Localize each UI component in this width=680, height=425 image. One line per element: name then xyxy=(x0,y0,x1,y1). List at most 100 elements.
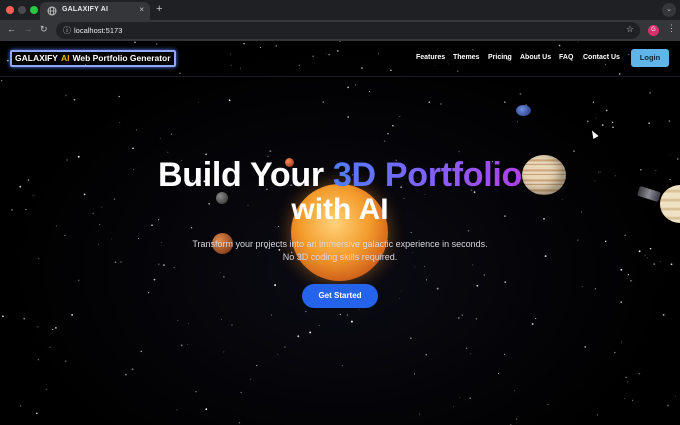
star xyxy=(453,406,455,408)
minimize-window-button[interactable] xyxy=(18,6,26,14)
tab-close-icon[interactable]: × xyxy=(139,5,144,14)
star xyxy=(65,94,67,97)
browser-tab[interactable]: GALAXIFY AI × xyxy=(40,2,150,20)
bookmark-star-icon[interactable]: ☆ xyxy=(626,24,634,35)
star xyxy=(601,124,604,127)
site-header: GALAXIFY AI Web Portfolio Generator Featur… xyxy=(0,41,680,77)
star xyxy=(653,263,656,266)
star xyxy=(240,391,242,393)
star xyxy=(269,150,272,153)
nav-link-contact-us[interactable]: Contact Us xyxy=(583,54,620,61)
star xyxy=(173,266,175,269)
star xyxy=(318,325,320,327)
reload-icon[interactable]: ↻ xyxy=(40,24,48,35)
star xyxy=(37,359,39,361)
star xyxy=(425,353,428,356)
star xyxy=(457,316,460,319)
forward-arrow-icon[interactable]: → xyxy=(23,24,32,34)
star xyxy=(277,353,279,355)
star xyxy=(595,118,597,119)
star xyxy=(119,122,121,124)
star xyxy=(624,398,626,400)
star xyxy=(219,272,221,274)
star xyxy=(625,376,627,379)
nav-link-pricing[interactable]: Pricing xyxy=(488,54,512,61)
star xyxy=(611,121,614,123)
star xyxy=(195,390,197,393)
star xyxy=(440,103,442,105)
star xyxy=(414,266,416,268)
login-button[interactable]: Login xyxy=(631,49,669,67)
star xyxy=(584,345,587,348)
hero-title-prefix: Build Your xyxy=(158,156,333,194)
star xyxy=(573,150,575,153)
tab-search-icon[interactable]: ⌄ xyxy=(662,3,676,17)
nav-link-features[interactable]: Features xyxy=(416,54,445,61)
star xyxy=(350,320,353,323)
star xyxy=(132,147,134,150)
site-logo[interactable]: GALAXIFY AI Web Portfolio Generator xyxy=(10,50,176,67)
star xyxy=(187,344,188,345)
star xyxy=(278,249,281,251)
star xyxy=(461,314,464,317)
star xyxy=(516,418,518,420)
star xyxy=(419,413,421,415)
star xyxy=(188,322,189,324)
star xyxy=(586,120,589,123)
star xyxy=(297,335,300,338)
star xyxy=(383,140,386,142)
star xyxy=(517,121,518,123)
star xyxy=(347,86,349,89)
star xyxy=(504,101,506,103)
nav-link-faq[interactable]: FAQ xyxy=(559,54,573,61)
star xyxy=(191,227,193,229)
star xyxy=(1,315,4,318)
star xyxy=(64,235,66,237)
close-window-button[interactable] xyxy=(6,6,14,14)
star xyxy=(223,276,225,278)
browser-toolbar: ← → ↻ ⓘ localhost:5173 ☆ xyxy=(0,20,680,41)
star xyxy=(71,314,73,316)
star xyxy=(606,109,608,111)
star xyxy=(627,274,630,276)
star xyxy=(470,353,472,355)
hero-subtitle-line1: Transform your projects into an immersiv… xyxy=(192,239,488,249)
profile-avatar[interactable]: G xyxy=(648,25,659,36)
star xyxy=(594,288,596,290)
star xyxy=(45,388,47,390)
star xyxy=(322,101,324,103)
new-tab-button[interactable]: + xyxy=(156,3,162,15)
star xyxy=(624,234,626,237)
star xyxy=(197,101,199,103)
star xyxy=(648,122,650,124)
star xyxy=(596,414,599,416)
star xyxy=(621,341,623,343)
back-arrow-icon[interactable]: ← xyxy=(7,24,16,34)
star xyxy=(52,328,54,331)
nav-link-about-us[interactable]: About Us xyxy=(520,54,551,61)
star xyxy=(368,91,370,93)
star xyxy=(632,399,634,401)
star xyxy=(36,412,38,415)
star xyxy=(620,301,623,303)
star xyxy=(158,263,160,265)
site-info-icon[interactable]: ⓘ xyxy=(63,25,71,36)
browser-menu-icon[interactable]: ⋮ xyxy=(667,23,676,34)
address-bar[interactable]: ⓘ localhost:5173 ☆ xyxy=(56,22,640,39)
maximize-window-button[interactable] xyxy=(30,6,38,14)
star xyxy=(483,274,485,276)
star xyxy=(503,353,506,355)
star xyxy=(231,324,233,326)
star xyxy=(355,84,357,86)
address-url[interactable]: localhost:5173 xyxy=(74,26,122,35)
star xyxy=(176,409,178,411)
nav-link-themes[interactable]: Themes xyxy=(453,54,479,61)
star xyxy=(220,319,222,320)
star xyxy=(519,92,522,95)
star xyxy=(425,279,428,281)
get-started-button[interactable]: Get Started xyxy=(302,284,378,308)
star xyxy=(136,129,138,131)
star xyxy=(309,331,312,334)
star xyxy=(339,313,341,316)
star xyxy=(476,284,479,287)
